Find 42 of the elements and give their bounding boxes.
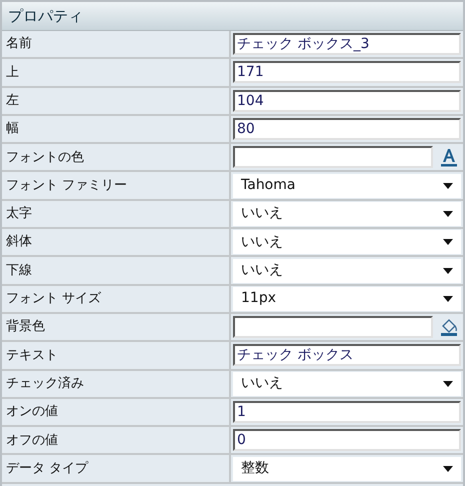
- property-label: フォント サイズ: [6, 290, 102, 308]
- caret-icon: [443, 182, 453, 189]
- paint-bucket-icon[interactable]: [439, 317, 459, 338]
- property-label: オフの値: [6, 432, 58, 450]
- property-label: チェック済み: [6, 374, 84, 393]
- property-label: フォントの色: [6, 148, 84, 167]
- dropdown[interactable]: いいえ: [233, 258, 461, 283]
- property-label: 上: [6, 64, 19, 82]
- caret-icon: [443, 296, 453, 302]
- property-label: 太字: [6, 205, 32, 224]
- property-label: データ タイプ: [6, 460, 88, 478]
- color-field[interactable]: [233, 316, 433, 338]
- dropdown[interactable]: 整数: [233, 456, 461, 481]
- caret-icon: [443, 380, 453, 387]
- dropdown[interactable]: いいえ: [233, 372, 461, 396]
- text-field[interactable]: 80: [233, 118, 461, 140]
- property-label: 幅: [6, 120, 19, 138]
- text-field[interactable]: 1: [233, 401, 461, 423]
- property-label: 下線: [6, 262, 32, 280]
- text-field[interactable]: 104: [233, 90, 461, 112]
- property-label: 左: [6, 92, 19, 110]
- dropdown[interactable]: いいえ: [233, 202, 461, 226]
- caret-icon: [443, 466, 453, 472]
- text-field[interactable]: チェック ボックス_3: [233, 33, 461, 56]
- dropdown[interactable]: 11px: [233, 286, 461, 311]
- text-field[interactable]: 171: [233, 61, 461, 84]
- text-color-icon[interactable]: [439, 147, 459, 168]
- property-label: 背景色: [6, 318, 45, 336]
- caret-icon: [443, 268, 453, 274]
- caret-icon: [443, 239, 453, 246]
- panel-title: プロパティ: [8, 6, 83, 27]
- property-label: フォント ファミリー: [6, 176, 128, 195]
- color-field[interactable]: [233, 146, 433, 168]
- caret-icon: [443, 210, 453, 217]
- text-field[interactable]: チェック ボックス: [233, 344, 461, 366]
- dropdown[interactable]: Tahoma: [233, 174, 461, 198]
- text-field[interactable]: 0: [233, 429, 461, 452]
- property-label: 名前: [6, 35, 32, 54]
- property-label: 斜体: [6, 233, 32, 252]
- property-label: テキスト: [6, 346, 58, 365]
- property-label: オンの値: [6, 403, 58, 422]
- dropdown[interactable]: いいえ: [233, 230, 461, 254]
